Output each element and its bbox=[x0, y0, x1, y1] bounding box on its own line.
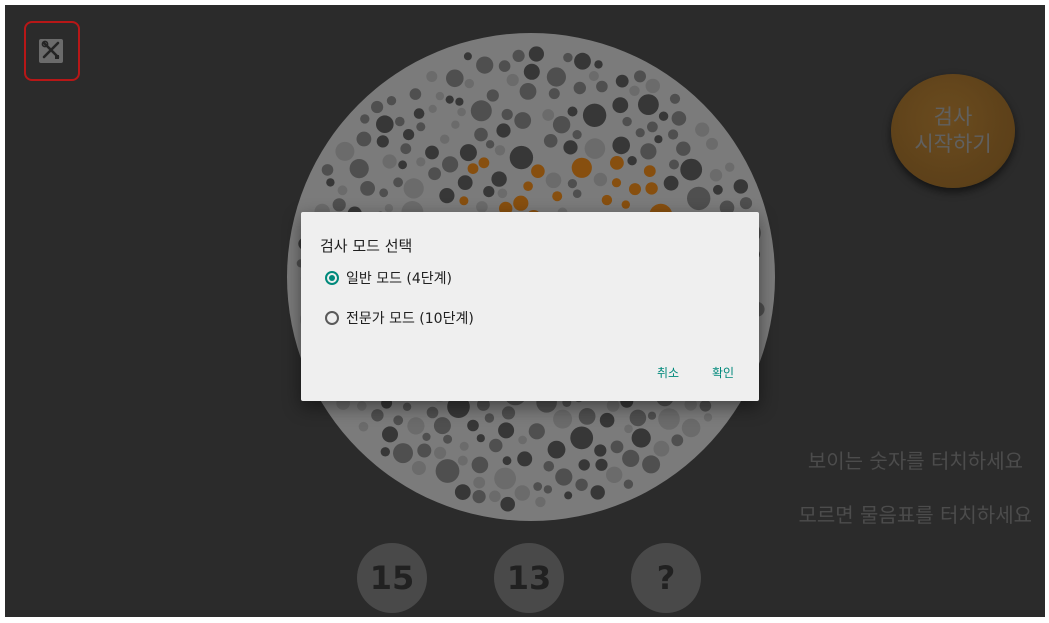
radio-button-unchecked[interactable] bbox=[325, 311, 339, 325]
cancel-button[interactable]: 취소 bbox=[657, 364, 679, 381]
test-mode-dialog: 검사 모드 선택 일반 모드 (4단계) 전문가 모드 (10단계) 취소 확인 bbox=[301, 212, 759, 401]
radio-button-checked[interactable] bbox=[325, 271, 339, 285]
app-screen: 검사 시작하기 보이는 숫자를 터치하세요 모르면 물음표를 터치하세요 15 … bbox=[5, 5, 1045, 617]
radio-option-expert-mode[interactable]: 전문가 모드 (10단계) bbox=[325, 308, 474, 328]
confirm-button[interactable]: 확인 bbox=[712, 364, 734, 381]
radio-option-normal-mode[interactable]: 일반 모드 (4단계) bbox=[325, 268, 452, 288]
radio-label-normal-mode: 일반 모드 (4단계) bbox=[346, 271, 453, 287]
dialog-title: 검사 모드 선택 bbox=[320, 237, 413, 255]
radio-label-expert-mode: 전문가 모드 (10단계) bbox=[346, 311, 474, 327]
